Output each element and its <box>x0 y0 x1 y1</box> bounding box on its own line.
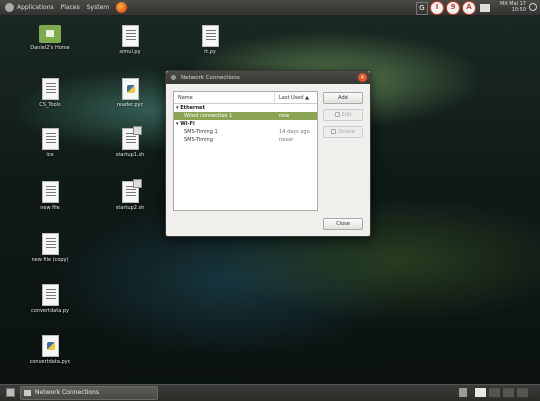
text-file-icon <box>41 78 59 100</box>
text-file-icon <box>121 25 139 47</box>
system-tray: G I 9 A <box>416 1 490 15</box>
edit-label: Edit <box>341 112 352 118</box>
tray-9-icon[interactable]: 9 <box>446 1 460 15</box>
desktop-icon-simul-py[interactable]: simul.py <box>100 25 160 55</box>
top-panel: Applications Places System G I 9 A Mit M… <box>0 0 540 16</box>
desktop-icon-label: reader.pyc <box>116 102 144 108</box>
workspace-2[interactable] <box>488 387 501 398</box>
taskbar-item-label: Network Connections <box>35 389 100 396</box>
taskbar-item-network-connections[interactable]: Network Connections <box>20 386 158 400</box>
desktop-icon-cs-tools[interactable]: CS_Tools <box>20 78 80 108</box>
bottom-panel: Network Connections <box>0 384 540 401</box>
connection-name: SMS-Timing 1 <box>184 129 218 135</box>
desktop-icon-new-file[interactable]: new file <box>20 181 80 211</box>
network-icon <box>24 390 31 396</box>
trash-icon[interactable] <box>459 388 467 397</box>
desktop-icon-label: Daniel2's Home <box>30 45 70 51</box>
column-name[interactable]: Name <box>174 92 275 103</box>
text-file-icon <box>41 284 59 306</box>
tray-i-icon[interactable]: I <box>430 1 444 15</box>
shell-script-icon <box>121 126 142 150</box>
network-connections-window: Network Connections × Name Last Used ▲ ▾… <box>165 70 371 237</box>
desktop-icon-new-file-copy[interactable]: new file (copy) <box>20 233 80 263</box>
home-folder-icon <box>39 25 61 43</box>
text-file-icon <box>41 128 59 150</box>
desktop-icon-label: ice <box>46 152 54 158</box>
desktop-icon-reader-pyc[interactable]: reader.pyc <box>100 78 160 108</box>
clock[interactable]: Mit Mai 17 10:50 <box>500 1 526 13</box>
desktop-icon-ice[interactable]: ice <box>20 128 80 158</box>
desktop-icon-label: startup2.sh <box>115 205 145 211</box>
delete-label: Delete <box>338 129 355 135</box>
python-file-icon <box>121 78 139 100</box>
desktop-icon-startup2-sh[interactable]: startup2.sh <box>100 179 160 211</box>
mail-icon[interactable] <box>480 4 490 12</box>
workspace-3[interactable] <box>502 387 515 398</box>
tray-g-icon[interactable]: G <box>416 1 428 15</box>
list-header: Name Last Used ▲ <box>174 92 317 104</box>
group-wifi[interactable]: ▾ Wi-Fi <box>174 120 317 128</box>
column-last-used[interactable]: Last Used ▲ <box>275 92 317 103</box>
menu-logo-icon[interactable] <box>5 3 14 12</box>
desktop-icon-convertdata-pyc[interactable]: convertdata.pyc <box>20 335 80 365</box>
group-ethernet[interactable]: ▾ Ethernet <box>174 104 317 112</box>
desktop-icon-convertdata-py[interactable]: convertdata.py <box>20 284 80 314</box>
text-file-icon <box>41 233 59 255</box>
desktop-icon-label: new file <box>40 205 60 211</box>
tray-a-icon[interactable]: A <box>462 1 476 15</box>
firefox-launcher-icon[interactable] <box>116 2 128 13</box>
menu-applications[interactable]: Applications <box>17 4 54 11</box>
power-icon[interactable] <box>529 3 537 11</box>
shell-script-icon <box>121 179 142 203</box>
desktop-icon-label: convertdata.py <box>30 308 69 314</box>
add-button[interactable]: Add <box>323 92 363 104</box>
clock-time: 10:50 <box>511 7 526 13</box>
workspace-1[interactable] <box>474 387 487 398</box>
desktop-icon-label: CS_Tools <box>39 102 61 108</box>
group-label: Ethernet <box>180 105 205 111</box>
desktop-icon-label: rt.py <box>204 49 216 55</box>
connection-name: SMS-Timing <box>184 137 213 143</box>
connection-last-used: 14 days ago <box>279 129 310 135</box>
window-title: Network Connections <box>181 74 240 81</box>
window-menu-icon[interactable] <box>171 75 176 80</box>
desktop-icon-label: convertdata.pyc <box>29 359 71 365</box>
desktop-icon-label: startup1.sh <box>115 152 145 158</box>
desktop-icon-label: simul.py <box>119 49 141 55</box>
menu-system[interactable]: System <box>87 4 109 11</box>
list-item[interactable]: SMS-Timing never <box>174 136 317 144</box>
show-desktop-icon[interactable] <box>6 388 15 397</box>
window-close-icon[interactable]: × <box>358 73 367 82</box>
window-titlebar[interactable]: Network Connections <box>166 71 370 84</box>
connection-last-used: now <box>279 113 290 119</box>
desktop-icon-home[interactable]: Daniel2's Home <box>20 25 80 51</box>
delete-button[interactable]: Delete <box>323 126 363 138</box>
connection-last-used: never <box>279 137 294 143</box>
desktop-icon-startup1-sh[interactable]: startup1.sh <box>100 126 160 158</box>
menu-places[interactable]: Places <box>61 4 80 11</box>
text-file-icon <box>201 25 219 47</box>
workspace-switcher <box>474 387 529 398</box>
desktop-icon-label: new file (copy) <box>31 257 69 263</box>
list-item[interactable]: SMS-Timing 1 14 days ago <box>174 128 317 136</box>
edit-icon <box>334 112 340 117</box>
connection-name: Wired connection 1 <box>184 113 233 119</box>
edit-button[interactable]: Edit <box>323 109 363 121</box>
group-label: Wi-Fi <box>180 121 195 127</box>
python-file-icon <box>41 335 59 357</box>
workspace-4[interactable] <box>516 387 529 398</box>
list-item[interactable]: Wired connection 1 now <box>174 112 317 120</box>
connections-list[interactable]: Name Last Used ▲ ▾ Ethernet Wired connec… <box>173 91 318 211</box>
desktop-icon-rt-py[interactable]: rt.py <box>180 25 240 55</box>
close-button[interactable]: Close <box>323 218 363 230</box>
delete-icon <box>331 129 337 134</box>
text-file-icon <box>41 181 59 203</box>
